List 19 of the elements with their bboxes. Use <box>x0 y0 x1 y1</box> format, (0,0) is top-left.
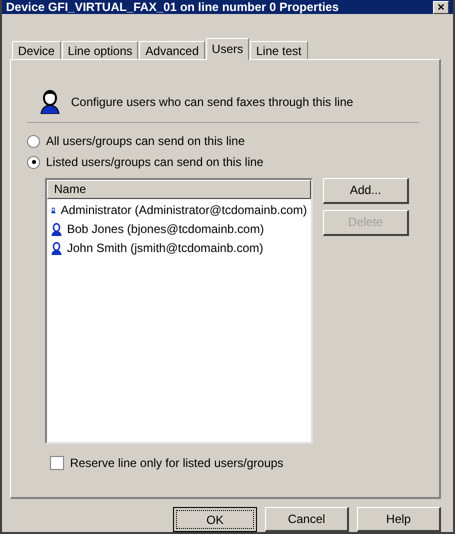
tab[interactable]: Line test <box>250 40 308 59</box>
tab[interactable]: Advanced <box>139 40 205 59</box>
list-item[interactable]: John Smith (jsmith@tcdomainb.com) <box>67 239 264 258</box>
tab[interactable]: Users <box>206 38 250 60</box>
list-item[interactable]: Bob Jones (bjones@tcdomainb.com) <box>67 220 264 238</box>
tab[interactable]: Line options <box>62 40 138 59</box>
radio-label[interactable]: All users/groups can send on this line <box>46 132 245 150</box>
column-header[interactable]: Name <box>47 180 311 199</box>
dialog-button[interactable]: Help <box>357 507 441 532</box>
tab[interactable]: Device <box>12 40 61 59</box>
dialog-button[interactable]: OK <box>173 507 257 532</box>
checkbox-label[interactable]: Reserve line only for listed users/groups <box>70 454 284 472</box>
header-text: Configure users who can send faxes through this line <box>71 94 354 111</box>
list-item[interactable]: Administrator (Administrator@tcdomainb.com) <box>60 201 307 220</box>
dialog-button[interactable]: Cancel <box>265 507 349 532</box>
window-title: Device GFI_VIRTUAL_FAX_01 on line number 0 Properties <box>6 0 339 14</box>
close-button[interactable]: × <box>433 0 449 14</box>
radio-label[interactable]: Listed users/groups can send on this line <box>46 153 264 172</box>
list-button[interactable]: Add... <box>323 178 409 204</box>
